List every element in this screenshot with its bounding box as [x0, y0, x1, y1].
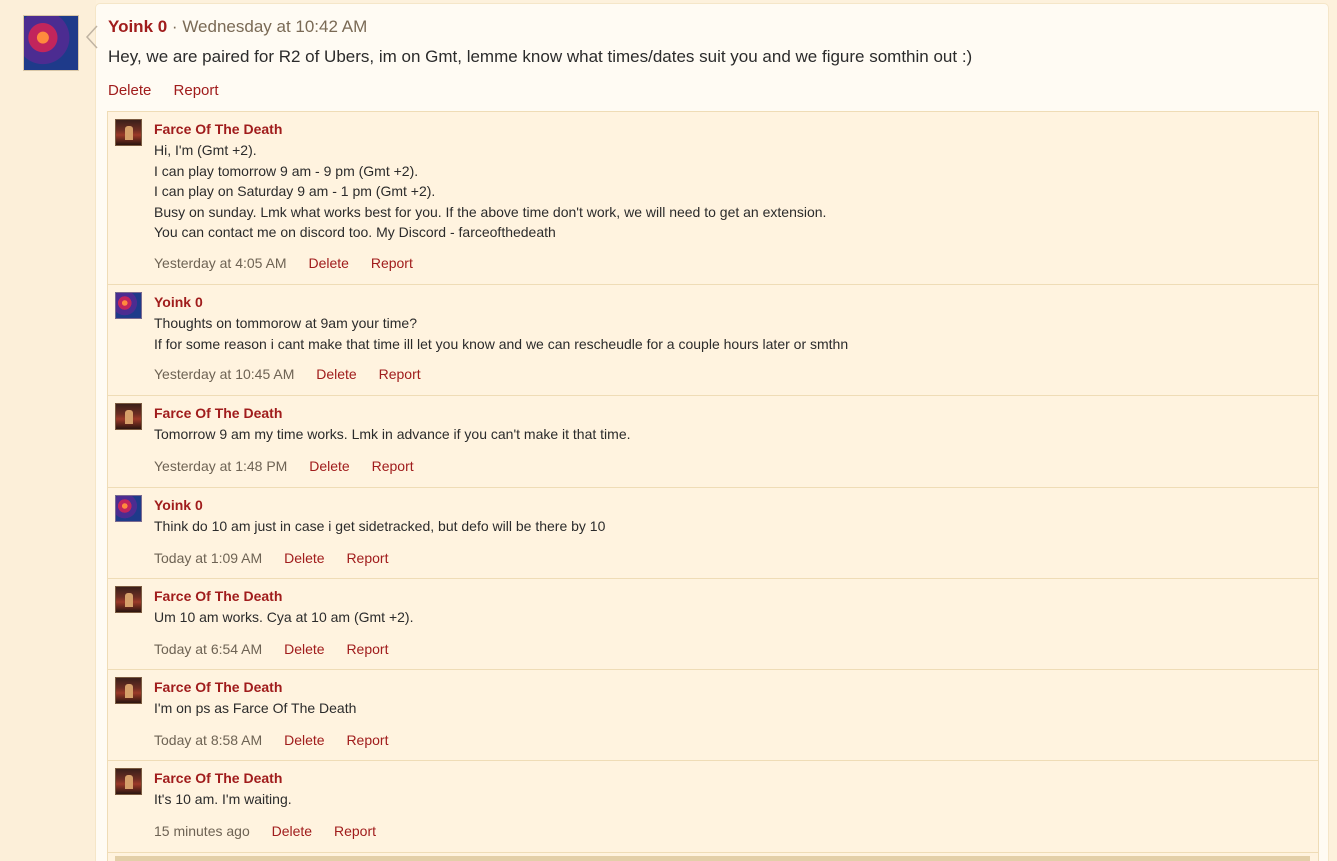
- comment-author-link[interactable]: Farce Of The Death: [154, 768, 282, 788]
- avatar[interactable]: [115, 495, 142, 522]
- comment-timestamp[interactable]: Yesterday at 10:45 AM: [154, 366, 294, 382]
- comment-author-link[interactable]: Farce Of The Death: [154, 677, 282, 697]
- post-timestamp[interactable]: Wednesday at 10:42 AM: [182, 17, 367, 36]
- comment-line: Thoughts on tommorow at 9am your time?: [154, 315, 418, 331]
- comment-actions: Today at 1:09 AM Delete Report: [154, 548, 406, 568]
- comment-item: Farce Of The Death I'm on ps as Farce Of…: [108, 670, 1318, 761]
- comment-timestamp[interactable]: Today at 8:58 AM: [154, 732, 262, 748]
- delete-link[interactable]: Delete: [284, 732, 324, 748]
- report-link[interactable]: Report: [334, 823, 376, 839]
- delete-link[interactable]: Delete: [284, 550, 324, 566]
- report-link[interactable]: Report: [346, 550, 388, 566]
- comment-line: You can contact me on discord too. My Di…: [154, 224, 556, 241]
- post-header: Yoink 0 · Wednesday at 10:42 AM: [108, 15, 367, 39]
- comment-text: Um 10 am works. Cya at 10 am (Gmt +2).: [154, 607, 413, 628]
- comment-item: Farce Of The Death Hi, I'm (Gmt +2). I c…: [108, 112, 1318, 285]
- comment-text: Hi, I'm (Gmt +2). I can play tomorrow 9 …: [154, 140, 826, 243]
- comment-timestamp[interactable]: Today at 6:54 AM: [154, 641, 262, 657]
- comment-line: I can play tomorrow 9 am - 9 pm (Gmt +2)…: [154, 162, 419, 179]
- avatar[interactable]: [115, 586, 142, 613]
- comment-item: Yoink 0 Think do 10 am just in case i ge…: [108, 488, 1318, 579]
- post-actions: Delete Report: [108, 80, 237, 102]
- comment-line: I can play on Saturday 9 am - 1 pm (Gmt …: [154, 183, 436, 200]
- comment-line: Think do 10 am just in case i get sidetr…: [154, 518, 606, 534]
- comment-item: Farce Of The Death Um 10 am works. Cya a…: [108, 579, 1318, 670]
- comment-text: It's 10 am. I'm waiting.: [154, 789, 292, 810]
- profile-post-page: Yoink 0 · Wednesday at 10:42 AM Hey, we …: [0, 0, 1337, 861]
- avatar[interactable]: [115, 292, 142, 319]
- comment-timestamp[interactable]: Yesterday at 4:05 AM: [154, 255, 287, 271]
- message-arrow-icon: [85, 25, 98, 49]
- report-link[interactable]: Report: [379, 366, 421, 382]
- comment-line: Tomorrow 9 am my time works. Lmk in adva…: [154, 426, 631, 442]
- avatar[interactable]: [115, 119, 142, 146]
- comment-line: It's 10 am. I'm waiting.: [154, 791, 292, 807]
- comment-line: Um 10 am works. Cya at 10 am (Gmt +2).: [154, 609, 414, 625]
- comment-text: Think do 10 am just in case i get sidetr…: [154, 516, 605, 537]
- avatar[interactable]: [115, 403, 142, 430]
- comment-actions: Yesterday at 4:05 AM Delete Report: [154, 253, 431, 273]
- report-link[interactable]: Report: [174, 82, 219, 99]
- avatar[interactable]: [115, 677, 142, 704]
- comment-author-link[interactable]: Farce Of The Death: [154, 119, 282, 139]
- comment-timestamp[interactable]: 15 minutes ago: [154, 823, 250, 839]
- report-link[interactable]: Report: [346, 641, 388, 657]
- comment-actions: 15 minutes ago Delete Report: [154, 821, 394, 841]
- post-message: Hey, we are paired for R2 of Ubers, im o…: [108, 47, 973, 66]
- comment-actions: Yesterday at 1:48 PM Delete Report: [154, 456, 432, 476]
- delete-link[interactable]: Delete: [308, 255, 348, 271]
- delete-link[interactable]: Delete: [272, 823, 312, 839]
- comment-line: Hi, I'm (Gmt +2).: [154, 142, 257, 158]
- comment-text: Tomorrow 9 am my time works. Lmk in adva…: [154, 424, 631, 445]
- comment-line: Busy on sunday. Lmk what works best for …: [154, 203, 827, 220]
- comments-list: Farce Of The Death Hi, I'm (Gmt +2). I c…: [107, 111, 1319, 861]
- comment-actions: Today at 8:58 AM Delete Report: [154, 730, 406, 750]
- comment-line: I'm on ps as Farce Of The Death: [154, 700, 357, 716]
- report-link[interactable]: Report: [371, 255, 413, 271]
- avatar[interactable]: [115, 768, 142, 795]
- post-separator: ·: [167, 17, 183, 36]
- comment-actions: Today at 6:54 AM Delete Report: [154, 639, 406, 659]
- post-author-link[interactable]: Yoink 0: [108, 17, 167, 36]
- report-link[interactable]: Report: [346, 732, 388, 748]
- comment-actions: Yesterday at 10:45 AM Delete Report: [154, 364, 439, 384]
- comment-author-link[interactable]: Yoink 0: [154, 292, 203, 312]
- comment-line: If for some reason i cant make that time…: [154, 335, 849, 352]
- comment-item: Farce Of The Death It's 10 am. I'm waiti…: [108, 761, 1318, 853]
- comment-author-link[interactable]: Farce Of The Death: [154, 586, 282, 606]
- comment-timestamp[interactable]: Yesterday at 1:48 PM: [154, 458, 287, 474]
- comment-item: Farce Of The Death Tomorrow 9 am my time…: [108, 396, 1318, 488]
- comment-text: I'm on ps as Farce Of The Death: [154, 698, 356, 719]
- comment-author-link[interactable]: Yoink 0: [154, 495, 203, 515]
- next-comment-edge: [115, 856, 1310, 861]
- avatar[interactable]: [23, 15, 79, 71]
- delete-link[interactable]: Delete: [309, 458, 349, 474]
- comment-item: Yoink 0 Thoughts on tommorow at 9am your…: [108, 285, 1318, 396]
- comment-timestamp[interactable]: Today at 1:09 AM: [154, 550, 262, 566]
- left-gutter: [0, 0, 96, 861]
- comment-text: Thoughts on tommorow at 9am your time? I…: [154, 313, 848, 354]
- comment-author-link[interactable]: Farce Of The Death: [154, 403, 282, 423]
- delete-link[interactable]: Delete: [316, 366, 356, 382]
- delete-link[interactable]: Delete: [108, 82, 151, 99]
- delete-link[interactable]: Delete: [284, 641, 324, 657]
- report-link[interactable]: Report: [372, 458, 414, 474]
